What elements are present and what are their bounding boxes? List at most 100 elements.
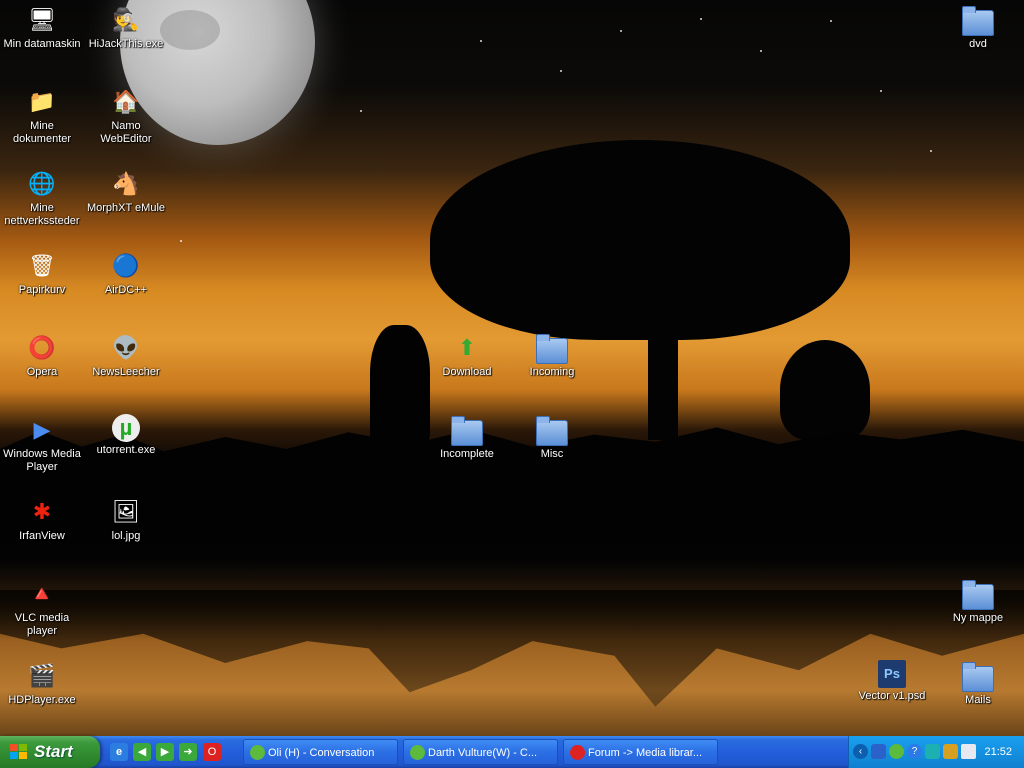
ie-icon[interactable]: e <box>110 743 128 761</box>
folder-icon <box>451 416 483 446</box>
desktop-icon-windows-media-player[interactable]: ▶ Windows Media Player <box>2 414 82 474</box>
icon-label: Namo WebEditor <box>100 120 152 145</box>
icon-label: lol.jpg <box>111 530 141 542</box>
icon-label: VLC media player <box>14 612 70 637</box>
folder-icon <box>962 662 994 692</box>
back-arrow-icon[interactable]: ◀ <box>133 743 151 761</box>
icon-label: Ny mappe <box>952 612 1004 624</box>
icon-label: Misc <box>540 448 564 460</box>
desktop-icon-my-documents[interactable]: 📁 Mine dokumenter <box>2 86 82 146</box>
desktop-icon-ny-mappe-folder[interactable]: Ny mappe <box>938 578 1018 625</box>
desktop-icon-incoming-folder[interactable]: Incoming <box>512 332 592 379</box>
vlc-icon: 🔺 <box>28 581 56 606</box>
lock-icon[interactable] <box>943 744 958 759</box>
desktop-icon-hdplayer[interactable]: 🎬 HDPlayer.exe <box>2 660 82 707</box>
desktop-icon-my-computer[interactable]: 🖥 Min datamaskin <box>2 4 82 51</box>
star <box>700 18 702 20</box>
icon-label: AirDC++ <box>104 284 148 296</box>
desktop-icon-network-places[interactable]: 🌐 Mine nettverkssteder <box>2 168 82 228</box>
icon-label: MorphXT eMule <box>86 202 166 214</box>
network-places-icon: 🌐 <box>28 171 56 196</box>
icon-label: IrfanView <box>19 530 65 542</box>
icon-label: NewsLeecher <box>92 366 160 378</box>
desktop-icon-utorrent[interactable]: µ utorrent.exe <box>86 414 166 457</box>
folder-icon <box>962 580 994 610</box>
taskbar-button-forum[interactable]: Forum -> Media librar... <box>563 739 718 765</box>
task-label: Forum -> Media librar... <box>588 747 703 759</box>
folder-icon <box>962 6 994 36</box>
opera-small-icon[interactable]: O <box>203 743 221 761</box>
documents-folder-icon: 📁 <box>28 89 56 114</box>
mail-icon[interactable] <box>961 744 976 759</box>
msn-tray-icon[interactable] <box>889 744 904 759</box>
media-player-icon: ▶ <box>33 417 51 442</box>
icon-label: Vector v1.psd <box>858 690 926 702</box>
desktop-icon-recycle-bin[interactable]: 🗑 Papirkurv <box>2 250 82 297</box>
tray-collapse-icon[interactable]: ‹ <box>853 744 868 759</box>
star <box>620 30 622 32</box>
desktop-icon-opera[interactable]: ⭕ Opera <box>2 332 82 379</box>
computer-icon: 🖥 <box>28 7 56 32</box>
star <box>880 90 882 92</box>
icon-label: Windows Media Player <box>3 448 81 473</box>
task-label: Oli (H) - Conversation <box>268 747 375 759</box>
icon-label: Mails <box>965 694 991 706</box>
desktop-icon-vector-psd[interactable]: Ps Vector v1.psd <box>852 660 932 703</box>
icon-label: Incomplete <box>440 448 494 460</box>
start-button[interactable]: Start <box>0 736 100 768</box>
icon-label: HDPlayer.exe <box>8 694 76 706</box>
hijackthis-icon: 🕵 <box>112 7 140 32</box>
icon-label: Mine dokumenter <box>12 120 72 145</box>
star <box>360 110 362 112</box>
desktop-icon-lol-jpg[interactable]: 🖼 lol.jpg <box>86 496 166 543</box>
icon-label: Min datamaskin <box>3 38 81 50</box>
desktop-icon-vlc[interactable]: 🔺 VLC media player <box>2 578 82 638</box>
desktop-icon-hijackthis[interactable]: 🕵 HiJackThis.exe <box>86 4 166 51</box>
desktop-icon-irfanview[interactable]: ✱ IrfanView <box>2 496 82 543</box>
icon-label: HiJackThis.exe <box>88 38 164 50</box>
icon-label: Mine nettverkssteder <box>4 202 80 227</box>
desktop-icon-misc-folder[interactable]: Misc <box>512 414 592 461</box>
forward-arrow-icon[interactable]: ➜ <box>179 743 197 761</box>
desktop-icon-dvd-folder[interactable]: dvd <box>938 4 1018 51</box>
taskbar-button-conversation-darth[interactable]: Darth Vulture(W) - C... <box>403 739 558 765</box>
namo-webeditor-icon: 🏠 <box>112 89 140 114</box>
windows-flag-icon <box>10 744 27 759</box>
network-icon[interactable] <box>925 744 940 759</box>
shield-icon[interactable] <box>871 744 886 759</box>
play-icon[interactable]: ▶ <box>156 743 174 761</box>
irfanview-icon: ✱ <box>32 499 52 524</box>
download-folder-icon: ⬆ <box>457 335 477 360</box>
desktop-icon-newsleecher[interactable]: 👽 NewsLeecher <box>86 332 166 379</box>
desktop[interactable]: 🖥 Min datamaskin 📁 Mine dokumenter 🌐 Min… <box>0 0 1024 736</box>
desktop-icon-emule[interactable]: 🐴 MorphXT eMule <box>86 168 166 215</box>
icon-label: Incoming <box>529 366 575 378</box>
folder-icon <box>536 416 568 446</box>
icon-label: Papirkurv <box>18 284 66 296</box>
recycle-bin-icon: 🗑 <box>28 253 56 278</box>
airdc-icon: 🔵 <box>112 253 140 278</box>
icon-label: utorrent.exe <box>96 444 156 456</box>
clock[interactable]: 21:52 <box>984 736 1012 768</box>
help-icon[interactable]: ? <box>907 744 922 759</box>
tree-trunk <box>648 320 678 440</box>
icon-label: Opera <box>26 366 58 378</box>
start-label: Start <box>34 742 73 761</box>
utorrent-icon: µ <box>112 414 140 442</box>
desktop-icon-namo-webeditor[interactable]: 🏠 Namo WebEditor <box>86 86 166 146</box>
folder-icon <box>536 334 568 364</box>
taskbar: Start e ◀ ▶ ➜ O Oli (H) - Conversation D… <box>0 736 1024 768</box>
star <box>760 50 762 52</box>
couple-silhouette <box>370 325 430 445</box>
desktop-icon-download-folder[interactable]: ⬆ Download <box>427 332 507 379</box>
psd-file-icon: Ps <box>878 660 906 688</box>
msn-icon <box>250 745 265 760</box>
tree-small <box>780 340 870 440</box>
system-tray: ‹ ? 21:52 <box>848 736 1024 768</box>
emule-icon: 🐴 <box>112 171 140 196</box>
desktop-icon-incomplete-folder[interactable]: Incomplete <box>427 414 507 461</box>
taskbar-button-conversation-oli[interactable]: Oli (H) - Conversation <box>243 739 398 765</box>
opera-icon: ⭕ <box>28 335 56 360</box>
desktop-icon-airdc[interactable]: 🔵 AirDC++ <box>86 250 166 297</box>
desktop-icon-mails-folder[interactable]: Mails <box>938 660 1018 707</box>
